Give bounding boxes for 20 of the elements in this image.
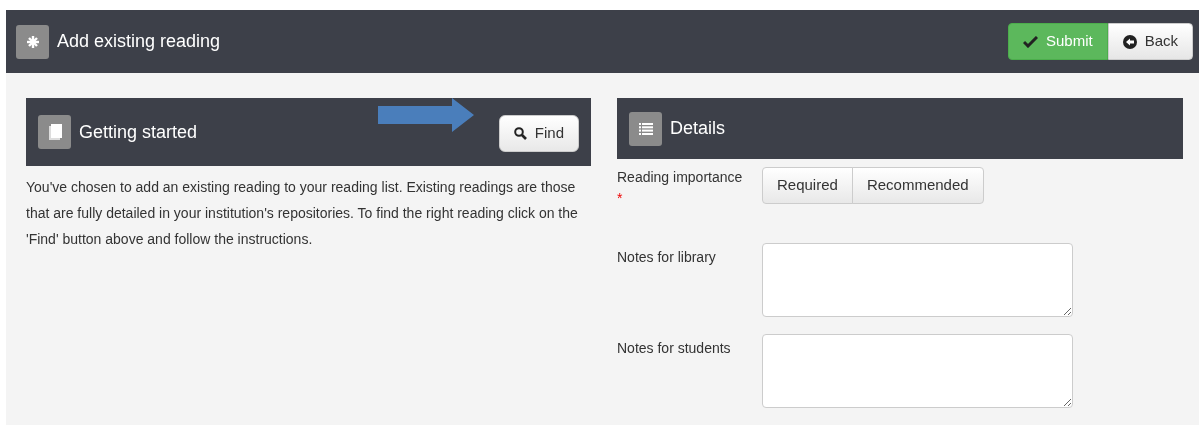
panel-title: Details xyxy=(670,117,726,140)
field-label: Notes for students xyxy=(617,339,732,358)
list-icon xyxy=(629,111,662,146)
arrow-icon xyxy=(378,98,474,132)
asterisk-icon xyxy=(16,24,49,59)
field-label: Notes for library xyxy=(617,248,717,267)
search-icon xyxy=(513,126,527,140)
required-mark: * xyxy=(617,189,624,208)
importance-option[interactable]: Recommended xyxy=(851,167,984,204)
instructions-text: You've chosen to add an existing reading to your reading list. Existing readings are those that are fully detailed in your institution's repositories. To find the right reading click on the 'Find' button above and follow the instructions. xyxy=(26,178,579,249)
back-button[interactable]: Back xyxy=(1107,23,1193,60)
field-label: Reading importance xyxy=(617,168,744,187)
page-title: Add existing reading xyxy=(57,30,221,53)
find-button[interactable]: Find xyxy=(498,114,579,152)
notes-field[interactable] xyxy=(762,334,1073,408)
notes-field[interactable] xyxy=(762,243,1073,317)
importance-option[interactable]: Required xyxy=(762,167,853,204)
book-icon xyxy=(38,115,71,149)
panel-title: Getting started xyxy=(79,120,198,144)
check-icon xyxy=(1022,35,1038,48)
